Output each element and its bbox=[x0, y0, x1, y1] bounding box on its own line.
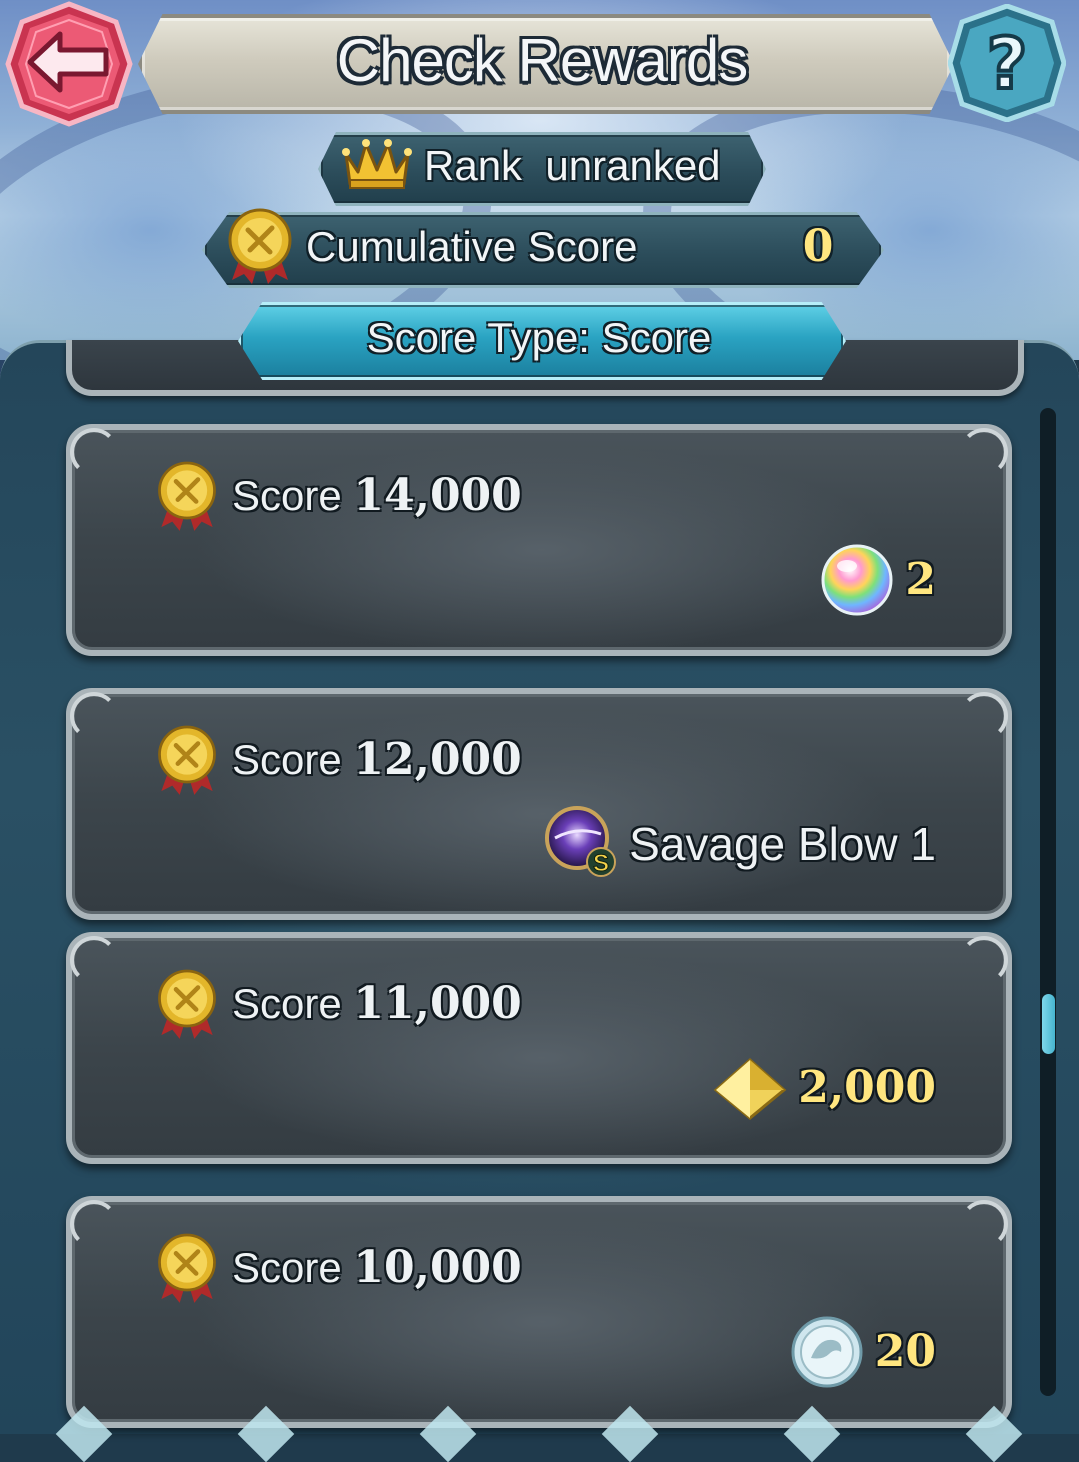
score-medal-icon bbox=[158, 725, 216, 795]
score-threshold: Score 14,000 bbox=[232, 470, 522, 522]
score-threshold: Score 11,000 bbox=[232, 978, 522, 1030]
orb-icon bbox=[821, 544, 893, 616]
reward-item: 2,000 bbox=[712, 1046, 936, 1130]
score-value: 14,000 bbox=[353, 470, 522, 521]
reward-card: Score 11,000 2,000 bbox=[66, 932, 1012, 1164]
scrollbar-thumb[interactable] bbox=[1042, 994, 1055, 1054]
page-title: Check Rewards bbox=[336, 26, 749, 94]
scrollbar-track[interactable] bbox=[1040, 408, 1056, 1396]
score-word: Score bbox=[232, 980, 342, 1027]
score-value: 12,000 bbox=[353, 734, 522, 785]
seal-badge-letter: S bbox=[593, 850, 609, 877]
reward-quantity: 2 bbox=[905, 554, 936, 605]
score-word: Score bbox=[232, 472, 342, 519]
arrow-left-icon bbox=[5, 1, 133, 127]
score-type-label: Score Type: Score bbox=[366, 314, 712, 361]
rank-text: Rank unranked bbox=[424, 140, 721, 192]
sacred-coin-icon bbox=[791, 1316, 863, 1388]
cumulative-score-value: 0 bbox=[802, 221, 834, 272]
help-glyph: ? bbox=[987, 23, 1028, 105]
score-threshold: Score 10,000 bbox=[232, 1242, 522, 1294]
rank-value: unranked bbox=[545, 142, 721, 189]
score-medal-icon bbox=[158, 1233, 216, 1303]
reward-skill-name: Savage Blow 1 bbox=[629, 818, 936, 870]
cumulative-score-label: Cumulative Score bbox=[306, 223, 638, 270]
crown-icon bbox=[342, 139, 412, 189]
reward-item: 20 bbox=[789, 1310, 936, 1394]
help-button[interactable]: ? bbox=[947, 3, 1067, 123]
score-medal-icon bbox=[158, 969, 216, 1039]
score-word: Score bbox=[232, 1244, 342, 1291]
reward-quantity: 20 bbox=[874, 1326, 936, 1377]
score-value: 10,000 bbox=[353, 1242, 522, 1293]
back-button[interactable] bbox=[4, 0, 134, 128]
reward-card: Score 12,000 S Savage Blow 1 bbox=[66, 688, 1012, 920]
score-medal-icon bbox=[228, 208, 292, 284]
score-threshold: Score 12,000 bbox=[232, 734, 522, 786]
score-word: Score bbox=[232, 736, 342, 783]
reward-item: S Savage Blow 1 bbox=[543, 802, 936, 886]
feather-icon bbox=[713, 1057, 787, 1120]
reward-card: Score 10,000 20 bbox=[66, 1196, 1012, 1428]
reward-card: Score 14,000 2 bbox=[66, 424, 1012, 656]
help-icon: ? bbox=[947, 3, 1067, 123]
sacred-seal-skill-icon: S bbox=[545, 806, 617, 878]
score-value: 11,000 bbox=[353, 978, 522, 1029]
rank-label: Rank bbox=[424, 142, 523, 189]
reward-quantity: 2,000 bbox=[798, 1062, 936, 1113]
reward-item: 2 bbox=[819, 538, 936, 622]
score-medal-icon bbox=[158, 461, 216, 531]
